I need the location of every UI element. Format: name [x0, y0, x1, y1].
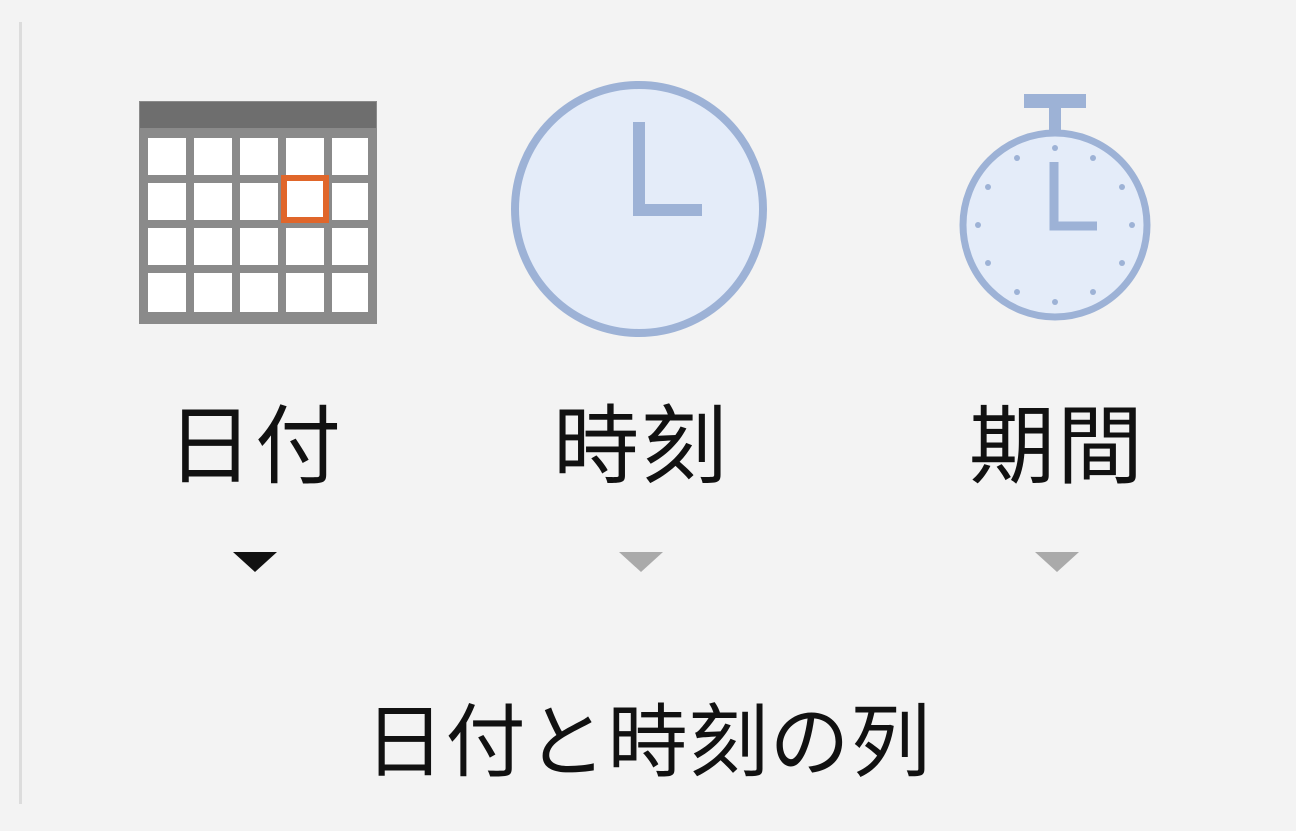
duration-button[interactable]: 期間	[912, 80, 1202, 620]
time-button[interactable]: 時刻	[496, 80, 786, 620]
date-button-label: 日付	[167, 397, 343, 497]
duration-button-label: 期間	[969, 397, 1145, 497]
duration-dropdown-arrow-icon[interactable]	[1035, 552, 1079, 572]
date-time-column-group: 日付 時刻 期間 日付と時刻の列	[0, 0, 1296, 831]
clock-icon	[496, 80, 786, 340]
group-separator	[19, 22, 22, 804]
group-title: 日付と時刻の列	[364, 696, 932, 789]
date-dropdown-arrow-icon[interactable]	[233, 552, 277, 572]
stopwatch-icon	[912, 80, 1202, 340]
time-dropdown-arrow-icon[interactable]	[619, 552, 663, 572]
date-button[interactable]: 日付	[110, 80, 400, 620]
time-button-label: 時刻	[553, 397, 729, 497]
calendar-icon	[110, 80, 400, 340]
